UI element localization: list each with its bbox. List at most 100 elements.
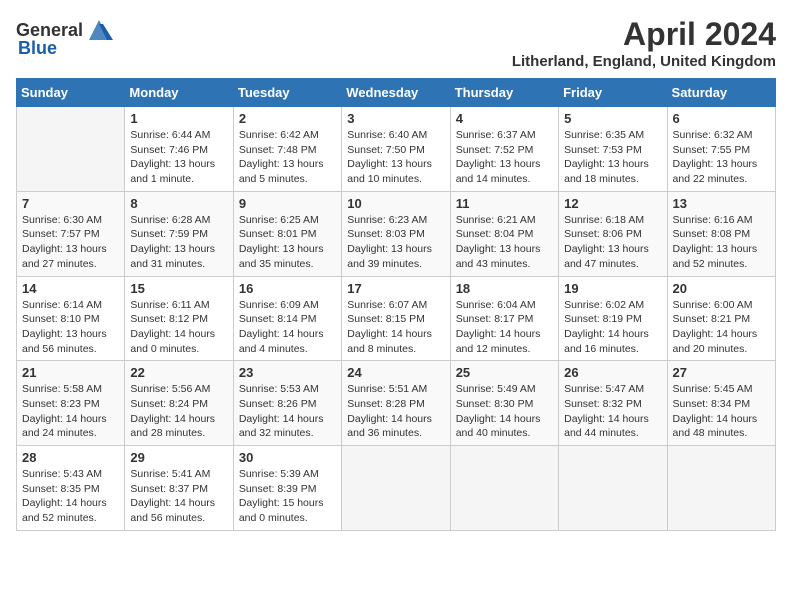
day-cell: 2 Sunrise: 6:42 AM Sunset: 7:48 PM Daylig…	[233, 107, 341, 192]
day-detail: Sunrise: 5:43 AM Sunset: 8:35 PM Dayligh…	[22, 467, 119, 526]
day-cell: 17 Sunrise: 6:07 AM Sunset: 8:15 PM Dayli…	[342, 276, 450, 361]
day-cell: 29Sunrise: 5:41 AM Sunset: 8:37 PM Dayli…	[125, 446, 233, 531]
week-row-3: 14 Sunrise: 6:14 AM Sunset: 8:10 PM Dayli…	[17, 276, 776, 361]
day-number: 25	[456, 365, 553, 380]
day-cell	[17, 107, 125, 192]
day-number: 8	[130, 196, 227, 211]
week-row-1: 1 Sunrise: 6:44 AM Sunset: 7:46 PM Daylig…	[17, 107, 776, 192]
day-number: 3	[347, 111, 444, 126]
week-row-5: 28 Sunrise: 5:43 AM Sunset: 8:35 PM Dayli…	[17, 446, 776, 531]
location-subtitle: Litherland, England, United Kingdom	[512, 53, 776, 70]
day-detail: Sunrise: 6:14 AM Sunset: 8:10 PM Dayligh…	[22, 298, 119, 357]
day-number: 20	[673, 281, 770, 296]
day-detail: Sunrise: 5:56 AM Sunset: 8:24 PM Dayligh…	[130, 382, 227, 441]
day-cell: 18 Sunrise: 6:04 AM Sunset: 8:17 PM Dayli…	[450, 276, 558, 361]
header-day-thursday: Thursday	[450, 79, 558, 107]
day-detail: Sunrise: 6:42 AM Sunset: 7:48 PM Dayligh…	[239, 128, 336, 187]
day-number: 1	[130, 111, 227, 126]
day-detail: Sunrise: 6:11 AM Sunset: 8:12 PM Dayligh…	[130, 298, 227, 357]
day-detail: Sunrise: 6:23 AM Sunset: 8:03 PM Dayligh…	[347, 213, 444, 272]
day-cell: 9 Sunrise: 6:25 AM Sunset: 8:01 PM Daylig…	[233, 191, 341, 276]
day-detail: Sunrise: 5:39 AM Sunset: 8:39 PM Dayligh…	[239, 467, 336, 526]
day-cell: 16 Sunrise: 6:09 AM Sunset: 8:14 PM Dayli…	[233, 276, 341, 361]
day-detail: Sunrise: 6:28 AM Sunset: 7:59 PM Dayligh…	[130, 213, 227, 272]
header-day-monday: Monday	[125, 79, 233, 107]
day-number: 27	[673, 365, 770, 380]
day-cell	[450, 446, 558, 531]
day-detail: Sunrise: 5:47 AM Sunset: 8:32 PM Dayligh…	[564, 382, 661, 441]
day-cell: 24 Sunrise: 5:51 AM Sunset: 8:28 PM Dayli…	[342, 361, 450, 446]
day-cell: 4 Sunrise: 6:37 AM Sunset: 7:52 PM Daylig…	[450, 107, 558, 192]
logo-icon	[85, 16, 113, 44]
day-number: 11	[456, 196, 553, 211]
day-detail: Sunrise: 6:37 AM Sunset: 7:52 PM Dayligh…	[456, 128, 553, 187]
day-number: 2	[239, 111, 336, 126]
header-day-tuesday: Tuesday	[233, 79, 341, 107]
day-detail: Sunrise: 6:35 AM Sunset: 7:53 PM Dayligh…	[564, 128, 661, 187]
day-number: 9	[239, 196, 336, 211]
day-detail: Sunrise: 5:45 AM Sunset: 8:34 PM Dayligh…	[673, 382, 770, 441]
day-number: 7	[22, 196, 119, 211]
week-row-2: 7 Sunrise: 6:30 AM Sunset: 7:57 PM Daylig…	[17, 191, 776, 276]
day-cell: 11Sunrise: 6:21 AM Sunset: 8:04 PM Dayli…	[450, 191, 558, 276]
day-detail: Sunrise: 6:16 AM Sunset: 8:08 PM Dayligh…	[673, 213, 770, 272]
logo-blue: Blue	[18, 38, 57, 59]
day-cell	[667, 446, 775, 531]
day-detail: Sunrise: 6:18 AM Sunset: 8:06 PM Dayligh…	[564, 213, 661, 272]
header-row: SundayMondayTuesdayWednesdayThursdayFrid…	[17, 79, 776, 107]
day-number: 16	[239, 281, 336, 296]
day-detail: Sunrise: 5:58 AM Sunset: 8:23 PM Dayligh…	[22, 382, 119, 441]
day-cell: 3Sunrise: 6:40 AM Sunset: 7:50 PM Daylig…	[342, 107, 450, 192]
day-cell: 14 Sunrise: 6:14 AM Sunset: 8:10 PM Dayli…	[17, 276, 125, 361]
day-number: 14	[22, 281, 119, 296]
day-cell: 27 Sunrise: 5:45 AM Sunset: 8:34 PM Dayli…	[667, 361, 775, 446]
day-number: 12	[564, 196, 661, 211]
day-cell: 12 Sunrise: 6:18 AM Sunset: 8:06 PM Dayli…	[559, 191, 667, 276]
day-detail: Sunrise: 6:07 AM Sunset: 8:15 PM Dayligh…	[347, 298, 444, 357]
day-number: 13	[673, 196, 770, 211]
day-detail: Sunrise: 6:00 AM Sunset: 8:21 PM Dayligh…	[673, 298, 770, 357]
calendar-body: 1 Sunrise: 6:44 AM Sunset: 7:46 PM Daylig…	[17, 107, 776, 531]
day-cell	[559, 446, 667, 531]
day-detail: Sunrise: 6:04 AM Sunset: 8:17 PM Dayligh…	[456, 298, 553, 357]
day-cell: 21 Sunrise: 5:58 AM Sunset: 8:23 PM Dayli…	[17, 361, 125, 446]
day-number: 24	[347, 365, 444, 380]
day-cell: 22 Sunrise: 5:56 AM Sunset: 8:24 PM Dayli…	[125, 361, 233, 446]
day-cell	[342, 446, 450, 531]
day-number: 18	[456, 281, 553, 296]
day-cell: 10 Sunrise: 6:23 AM Sunset: 8:03 PM Dayli…	[342, 191, 450, 276]
day-detail: Sunrise: 6:30 AM Sunset: 7:57 PM Dayligh…	[22, 213, 119, 272]
day-number: 28	[22, 450, 119, 465]
day-number: 6	[673, 111, 770, 126]
day-number: 4	[456, 111, 553, 126]
page-header: General Blue April 2024 Litherland, Engl…	[16, 16, 776, 70]
day-number: 22	[130, 365, 227, 380]
day-detail: Sunrise: 5:49 AM Sunset: 8:30 PM Dayligh…	[456, 382, 553, 441]
day-number: 17	[347, 281, 444, 296]
day-detail: Sunrise: 6:32 AM Sunset: 7:55 PM Dayligh…	[673, 128, 770, 187]
day-cell: 26 Sunrise: 5:47 AM Sunset: 8:32 PM Dayli…	[559, 361, 667, 446]
day-number: 26	[564, 365, 661, 380]
day-cell: 8 Sunrise: 6:28 AM Sunset: 7:59 PM Daylig…	[125, 191, 233, 276]
day-cell: 30 Sunrise: 5:39 AM Sunset: 8:39 PM Dayli…	[233, 446, 341, 531]
header-day-friday: Friday	[559, 79, 667, 107]
day-detail: Sunrise: 6:09 AM Sunset: 8:14 PM Dayligh…	[239, 298, 336, 357]
day-detail: Sunrise: 5:51 AM Sunset: 8:28 PM Dayligh…	[347, 382, 444, 441]
day-detail: Sunrise: 6:25 AM Sunset: 8:01 PM Dayligh…	[239, 213, 336, 272]
header-day-saturday: Saturday	[667, 79, 775, 107]
day-number: 30	[239, 450, 336, 465]
day-detail: Sunrise: 6:44 AM Sunset: 7:46 PM Dayligh…	[130, 128, 227, 187]
week-row-4: 21 Sunrise: 5:58 AM Sunset: 8:23 PM Dayli…	[17, 361, 776, 446]
month-year-title: April 2024	[512, 16, 776, 53]
day-number: 21	[22, 365, 119, 380]
day-cell: 5Sunrise: 6:35 AM Sunset: 7:53 PM Daylig…	[559, 107, 667, 192]
day-cell: 28 Sunrise: 5:43 AM Sunset: 8:35 PM Dayli…	[17, 446, 125, 531]
day-cell: 23Sunrise: 5:53 AM Sunset: 8:26 PM Dayli…	[233, 361, 341, 446]
day-cell: 7 Sunrise: 6:30 AM Sunset: 7:57 PM Daylig…	[17, 191, 125, 276]
day-number: 10	[347, 196, 444, 211]
day-cell: 20 Sunrise: 6:00 AM Sunset: 8:21 PM Dayli…	[667, 276, 775, 361]
day-detail: Sunrise: 6:02 AM Sunset: 8:19 PM Dayligh…	[564, 298, 661, 357]
day-cell: 19Sunrise: 6:02 AM Sunset: 8:19 PM Dayli…	[559, 276, 667, 361]
day-cell: 1 Sunrise: 6:44 AM Sunset: 7:46 PM Daylig…	[125, 107, 233, 192]
day-cell: 13 Sunrise: 6:16 AM Sunset: 8:08 PM Dayli…	[667, 191, 775, 276]
